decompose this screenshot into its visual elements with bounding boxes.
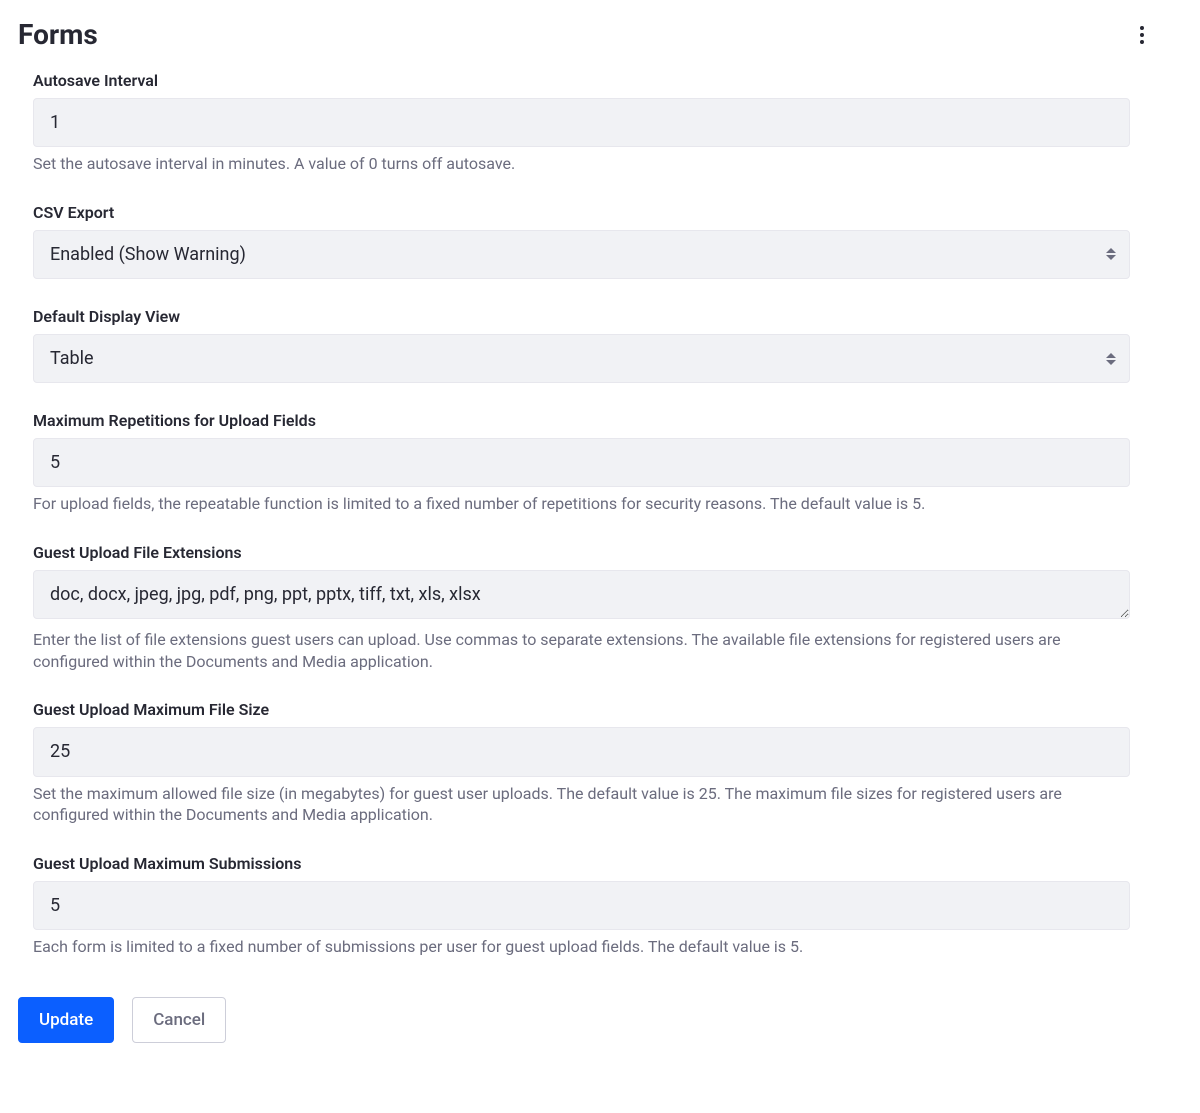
csv-export-group: CSV Export Enabled (Show Warning) bbox=[33, 203, 1130, 279]
guest-max-size-label: Guest Upload Maximum File Size bbox=[33, 700, 1130, 719]
guest-max-submissions-input[interactable] bbox=[33, 881, 1130, 930]
max-repetitions-input[interactable] bbox=[33, 438, 1130, 487]
guest-max-submissions-label: Guest Upload Maximum Submissions bbox=[33, 854, 1130, 873]
page-header: Forms bbox=[18, 18, 1182, 51]
default-display-view-group: Default Display View Table bbox=[33, 307, 1130, 383]
guest-extensions-group: Guest Upload File Extensions doc, docx, … bbox=[33, 543, 1130, 672]
guest-max-submissions-group: Guest Upload Maximum Submissions Each fo… bbox=[33, 854, 1130, 958]
default-display-view-label: Default Display View bbox=[33, 307, 1130, 326]
button-row: Update Cancel bbox=[18, 997, 1182, 1043]
autosave-interval-help: Set the autosave interval in minutes. A … bbox=[33, 153, 1130, 175]
form-content: Autosave Interval Set the autosave inter… bbox=[18, 71, 1182, 957]
guest-extensions-help: Enter the list of file extensions guest … bbox=[33, 629, 1130, 672]
cancel-button[interactable]: Cancel bbox=[132, 997, 226, 1043]
kebab-menu-icon[interactable] bbox=[1142, 23, 1182, 47]
max-repetitions-group: Maximum Repetitions for Upload Fields Fo… bbox=[33, 411, 1130, 515]
guest-max-size-input[interactable] bbox=[33, 727, 1130, 776]
max-repetitions-help: For upload fields, the repeatable functi… bbox=[33, 493, 1130, 515]
csv-export-select[interactable]: Enabled (Show Warning) bbox=[33, 230, 1130, 279]
guest-extensions-textarea[interactable]: doc, docx, jpeg, jpg, pdf, png, ppt, ppt… bbox=[33, 570, 1130, 619]
update-button[interactable]: Update bbox=[18, 997, 114, 1043]
page-title: Forms bbox=[18, 18, 98, 51]
max-repetitions-label: Maximum Repetitions for Upload Fields bbox=[33, 411, 1130, 430]
guest-extensions-label: Guest Upload File Extensions bbox=[33, 543, 1130, 562]
autosave-interval-group: Autosave Interval Set the autosave inter… bbox=[33, 71, 1130, 175]
guest-max-submissions-help: Each form is limited to a fixed number o… bbox=[33, 936, 1130, 958]
autosave-interval-label: Autosave Interval bbox=[33, 71, 1130, 90]
csv-export-label: CSV Export bbox=[33, 203, 1130, 222]
autosave-interval-input[interactable] bbox=[33, 98, 1130, 147]
default-display-view-select[interactable]: Table bbox=[33, 334, 1130, 383]
guest-max-size-help: Set the maximum allowed file size (in me… bbox=[33, 783, 1130, 826]
guest-max-size-group: Guest Upload Maximum File Size Set the m… bbox=[33, 700, 1130, 825]
